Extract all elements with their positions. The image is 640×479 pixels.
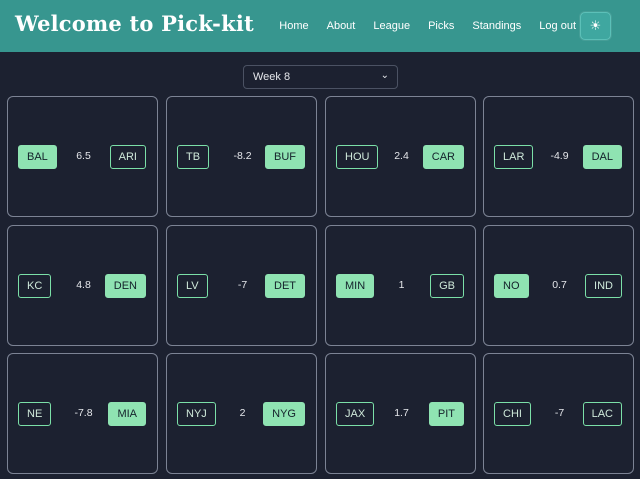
app-header: Welcome to Pick-kit Home About League Pi… bbox=[0, 0, 640, 52]
home-team-button[interactable]: NYG bbox=[263, 402, 305, 426]
home-team-button[interactable]: DEN bbox=[104, 274, 146, 298]
game-card: -7.8 NE MIA bbox=[7, 353, 158, 474]
nav-link-picks[interactable]: Picks bbox=[428, 20, 454, 32]
away-team-button[interactable]: MIN bbox=[336, 274, 375, 298]
away-team-button[interactable]: HOU bbox=[336, 145, 379, 169]
chevron-down-icon: ⌄ bbox=[380, 70, 389, 81]
game-card: 2.4 HOU CAR bbox=[325, 96, 476, 217]
game-card: 2 NYJ NYG bbox=[166, 353, 317, 474]
away-team-button[interactable]: KC bbox=[18, 274, 52, 298]
page-title: Welcome to Pick-kit bbox=[15, 11, 254, 36]
game-card: 4.8 KC DEN bbox=[7, 225, 158, 346]
away-team-button[interactable]: LAR bbox=[494, 145, 534, 169]
nav-link-about[interactable]: About bbox=[327, 20, 356, 32]
nav-link-league[interactable]: League bbox=[373, 20, 410, 32]
away-team-button[interactable]: BAL bbox=[18, 145, 57, 169]
game-card: -4.9 LAR DAL bbox=[483, 96, 634, 217]
away-team-button[interactable]: TB bbox=[177, 145, 210, 169]
nav-link-standings[interactable]: Standings bbox=[472, 20, 521, 32]
home-team-button[interactable]: MIA bbox=[108, 402, 146, 426]
away-team-button[interactable]: NE bbox=[18, 402, 52, 426]
home-team-button[interactable]: CAR bbox=[422, 145, 464, 169]
week-select-value: Week 8 bbox=[253, 71, 291, 83]
main-nav: Home About League Picks Standings Log ou… bbox=[279, 0, 576, 52]
away-team-button[interactable]: NYJ bbox=[177, 402, 216, 426]
game-card: 6.5 BAL ARI bbox=[7, 96, 158, 217]
nav-link-home[interactable]: Home bbox=[279, 20, 308, 32]
home-team-button[interactable]: LAC bbox=[582, 402, 622, 426]
home-team-button[interactable]: PIT bbox=[428, 402, 464, 426]
home-team-button[interactable]: IND bbox=[585, 274, 622, 298]
theme-toggle-button[interactable]: ☀ bbox=[580, 12, 611, 40]
game-card: 0.7 NO IND bbox=[483, 225, 634, 346]
game-card: 1 MIN GB bbox=[325, 225, 476, 346]
home-team-button[interactable]: BUF bbox=[265, 145, 305, 169]
game-card: 1.7 JAX PIT bbox=[325, 353, 476, 474]
away-team-button[interactable]: NO bbox=[494, 274, 529, 298]
game-card: -7 LV DET bbox=[166, 225, 317, 346]
week-select[interactable]: Week 8 ⌄ bbox=[243, 65, 398, 89]
home-team-button[interactable]: DAL bbox=[582, 145, 622, 169]
home-team-button[interactable]: ARI bbox=[109, 145, 146, 169]
home-team-button[interactable]: GB bbox=[430, 274, 464, 298]
game-card: -8.2 TB BUF bbox=[166, 96, 317, 217]
game-card: -7 CHI LAC bbox=[483, 353, 634, 474]
away-team-button[interactable]: LV bbox=[177, 274, 208, 298]
away-team-button[interactable]: CHI bbox=[494, 402, 531, 426]
away-team-button[interactable]: JAX bbox=[336, 402, 375, 426]
home-team-button[interactable]: DET bbox=[265, 274, 305, 298]
sun-icon: ☀ bbox=[589, 18, 602, 33]
nav-link-logout[interactable]: Log out bbox=[539, 20, 576, 32]
